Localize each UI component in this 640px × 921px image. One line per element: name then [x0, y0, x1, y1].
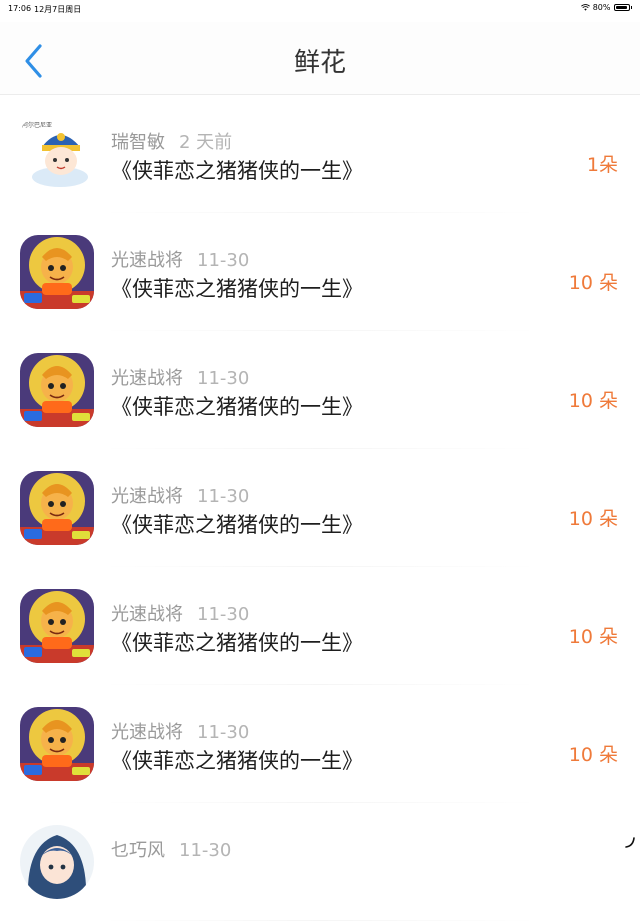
name-line: 光速战将 11-30	[111, 246, 249, 272]
timestamp: 11-30	[197, 368, 250, 389]
name-line: 光速战将 11-30	[111, 364, 249, 390]
hero-avatar-icon	[20, 707, 94, 781]
flower-count: 1朵	[586, 154, 618, 176]
work-title: 《侠菲恋之猪猪侠的一生》	[111, 631, 363, 655]
list-item[interactable]: 光速战将 11-30 《侠菲恋之猪猪侠的一生》 10 朵	[0, 331, 640, 449]
list-item[interactable]: 光速战将 11-30 《侠菲恋之猪猪侠的一生》 10 朵	[0, 213, 640, 331]
avatar	[20, 589, 94, 663]
work-title: 《侠菲恋之猪猪侠的一生》	[111, 749, 363, 773]
flower-count: 10 朵	[568, 626, 618, 648]
timestamp: 2 天前	[179, 132, 233, 153]
user-name: 瑞智敏	[111, 132, 165, 153]
user-name: 光速战将	[111, 368, 183, 389]
status-bar: 17:06 12月7日周日 80%	[0, 0, 640, 18]
name-line: 光速战将 11-30	[111, 718, 249, 744]
status-date: 12月7日周日	[34, 5, 82, 14]
timestamp: 11-30	[197, 722, 250, 743]
page-title: 鲜花	[293, 48, 346, 78]
avatar	[20, 825, 94, 899]
work-title: 《侠菲恋之猪猪侠的一生》	[111, 277, 363, 301]
resize-handle-icon	[625, 837, 635, 848]
name-line: 乜巧风 11-30	[111, 836, 231, 862]
timestamp: 11-30	[197, 604, 250, 625]
timestamp: 11-30	[197, 250, 250, 271]
timestamp: 11-30	[179, 840, 232, 861]
flower-count: 10 朵	[568, 272, 618, 294]
sticker-avatar-icon: 阿尔巴尼亚	[20, 117, 94, 191]
flower-count: 10 朵	[568, 744, 618, 766]
wifi-icon	[580, 4, 590, 11]
name-line: 光速战将 11-30	[111, 482, 249, 508]
flower-count: 10 朵	[568, 390, 618, 412]
name-line: 光速战将 11-30	[111, 600, 249, 626]
status-indicators: 80%	[580, 3, 632, 12]
avatar	[20, 235, 94, 309]
hero-avatar-icon	[20, 235, 94, 309]
avatar	[20, 707, 94, 781]
hero-avatar-icon	[20, 589, 94, 663]
battery-cap	[630, 6, 632, 9]
avatar: 阿尔巴尼亚	[20, 117, 94, 191]
user-name: 光速战将	[111, 250, 183, 271]
svg-text:阿尔巴尼亚: 阿尔巴尼亚	[22, 121, 52, 129]
list-item[interactable]: 光速战将 11-30 《侠菲恋之猪猪侠的一生》 10 朵	[0, 685, 640, 803]
battery-icon	[613, 4, 630, 11]
user-name: 光速战将	[111, 486, 183, 507]
list-item[interactable]: 乜巧风 11-30	[0, 803, 640, 921]
timestamp: 11-30	[197, 486, 250, 507]
list-item[interactable]: 光速战将 11-30 《侠菲恋之猪猪侠的一生》 10 朵	[0, 449, 640, 567]
work-title: 《侠菲恋之猪猪侠的一生》	[111, 395, 363, 419]
status-time: 17:06	[8, 4, 32, 13]
avatar	[20, 471, 94, 545]
work-title: 《侠菲恋之猪猪侠的一生》	[111, 159, 363, 183]
navigation-bar: 鲜花	[0, 22, 640, 95]
user-name: 光速战将	[111, 604, 183, 625]
hero-avatar-icon	[20, 353, 94, 427]
user-name: 光速战将	[111, 722, 183, 743]
girl-avatar-icon	[20, 825, 94, 899]
name-line: 瑞智敏 2 天前	[111, 128, 232, 154]
user-name: 乜巧风	[111, 840, 165, 861]
hero-avatar-icon	[20, 471, 94, 545]
flower-count: 10 朵	[568, 508, 618, 530]
work-title: 《侠菲恋之猪猪侠的一生》	[111, 513, 363, 537]
list-item[interactable]: 阿尔巴尼亚 瑞智敏 2 天前 《侠菲恋之猪猪侠的一生》 1朵	[0, 95, 640, 213]
battery-percent: 80%	[592, 3, 611, 12]
flower-list: 阿尔巴尼亚 瑞智敏 2 天前 《侠菲恋之猪猪侠的一生》 1朵 光速战将 11-3…	[0, 95, 640, 921]
avatar	[20, 353, 94, 427]
list-item[interactable]: 光速战将 11-30 《侠菲恋之猪猪侠的一生》 10 朵	[0, 567, 640, 685]
